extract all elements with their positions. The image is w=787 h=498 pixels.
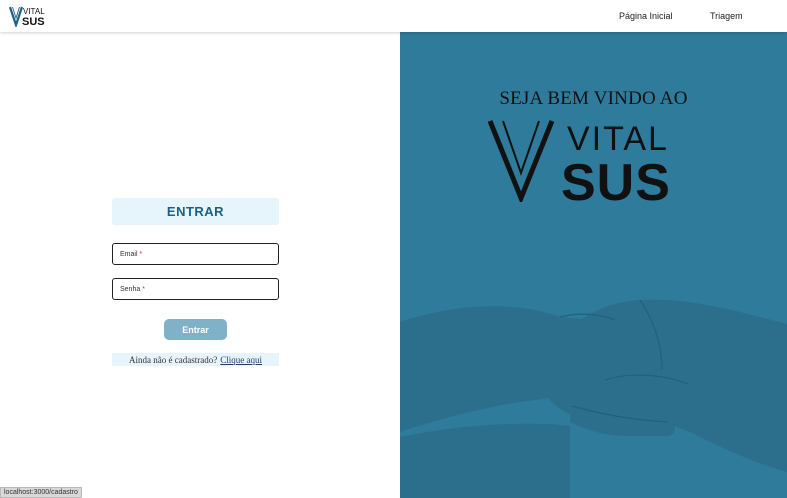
email-required-mark: * [139, 250, 143, 258]
nav-link-pagina-inicial[interactable]: Página Inicial [619, 11, 673, 21]
password-field[interactable]: Senha * [112, 278, 279, 300]
hero-panel: SEJA BEM VINDO AO VITAL SUS [400, 32, 787, 498]
hero-logo-sus-text: SUS [561, 154, 671, 202]
welcome-heading: SEJA BEM VINDO AO [499, 88, 688, 109]
signup-prompt-box: Ainda não é cadastrado? Clique aqui [112, 353, 279, 366]
handshake-image [400, 299, 787, 498]
top-navbar: VITAL SUS Página Inicial Triagem [0, 0, 787, 32]
login-title-box: ENTRAR [112, 198, 279, 225]
login-panel: ENTRAR Email * Senha * Entrar Ainda não … [0, 32, 400, 498]
password-label: Senha [120, 285, 141, 293]
logo-v-mark [9, 6, 24, 27]
logo-sus-text: SUS [22, 16, 45, 27]
signup-link[interactable]: Clique aqui [220, 355, 262, 365]
nav-link-triagem[interactable]: Triagem [710, 11, 743, 21]
password-required-mark: * [142, 285, 145, 293]
status-bar-url: localhost:3000/cadastro [0, 487, 82, 498]
email-label: Email [120, 250, 138, 258]
logo-vital-text: VITAL [23, 7, 45, 16]
submit-button[interactable]: Entrar [164, 319, 227, 340]
vitalsus-hero-logo: VITAL SUS [487, 120, 671, 202]
signup-prompt-text: Ainda não é cadastrado? [129, 354, 218, 365]
email-field[interactable]: Email * [112, 243, 279, 265]
vitalsus-logo[interactable]: VITAL SUS [9, 5, 59, 27]
hero-logo-vital-text: VITAL [567, 120, 669, 158]
app-root: VITAL SUS Página Inicial Triagem ENTRAR … [0, 0, 787, 498]
hero-logo-v-mark [487, 120, 555, 202]
login-title: ENTRAR [166, 204, 225, 219]
